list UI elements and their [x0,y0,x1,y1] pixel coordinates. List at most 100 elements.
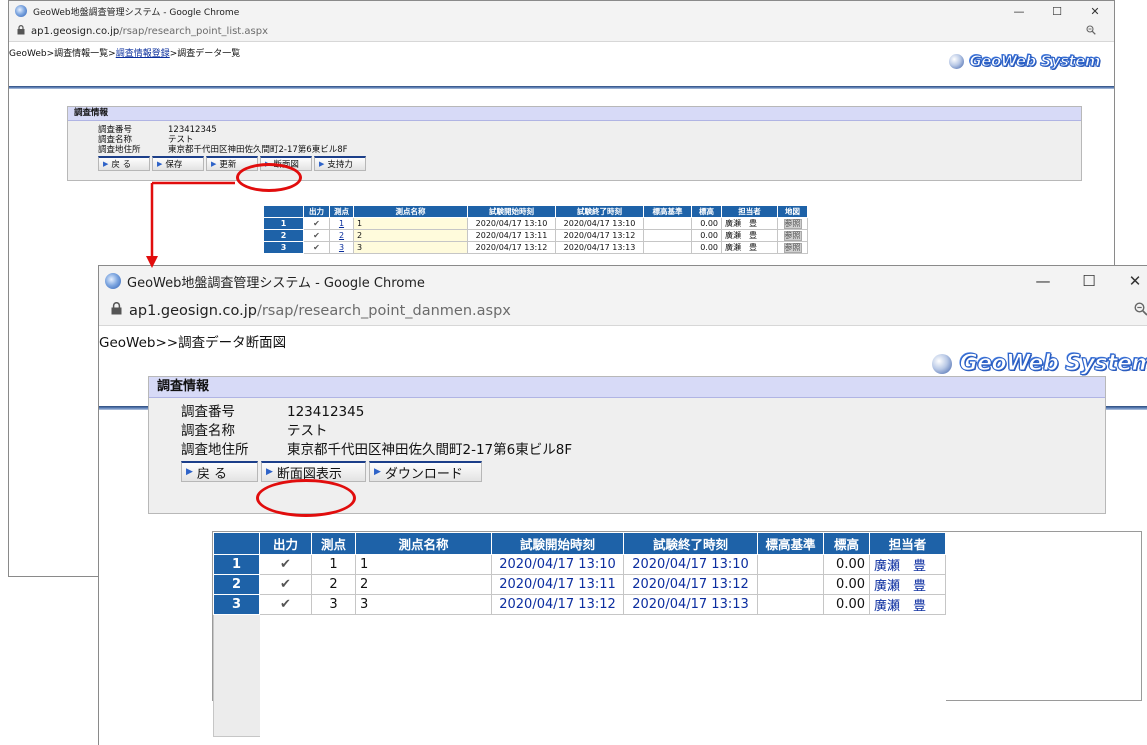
update-button[interactable]: ▶ 更新 [206,156,258,171]
elevation-base [643,217,692,230]
info-row-address: 調査地住所 東京都千代田区神田佐久間町2-17第6東ビル8F [98,145,1081,155]
zoom-icon[interactable] [1134,301,1147,320]
maximize-button[interactable]: ☐ [1066,272,1112,290]
brand-orb-icon [948,53,964,69]
info-row-name: 調査名称 テスト [98,135,1081,145]
end-time: 2020/04/17 13:13 [623,594,758,615]
triangle-icon: ▶ [103,160,109,168]
save-button[interactable]: ▶ 保存 [152,156,204,171]
triangle-icon: ▶ [374,467,381,477]
point-name-input[interactable]: 1 [353,217,468,230]
map-ref-button[interactable]: 参照 [783,218,802,229]
back-point-table: 出力 測点 測点名称 試験開始時刻 試験終了時刻 標高基準 標高 担当者 地図 … [263,205,808,254]
table-header: 測点 [311,532,356,555]
download-button[interactable]: ▶ ダウンロード [369,461,482,482]
output-checkbox[interactable]: ✔ [259,574,312,595]
back-button[interactable]: ▶ 戻 る [98,156,150,171]
point-link[interactable]: 3 [329,241,354,254]
brand-text: GeoWeb System [969,52,1101,71]
button-bar: ▶ 戻 る ▶ 断面図表示 ▶ ダウンロード [149,461,1105,482]
button-label: 戻 る [111,160,132,170]
point-name-input[interactable]: 2 [353,229,468,242]
elevation-base [757,554,824,575]
triangle-icon: ▶ [319,160,325,168]
back-button[interactable]: ▶ 戻 る [181,461,258,482]
output-checkbox[interactable]: ✔ [303,241,330,254]
front-title-bar: GeoWeb地盤調査管理システム - Google Chrome — ☐ ✕ [99,266,1147,296]
empty-cell [259,614,946,737]
table-header: 標高基準 [643,205,692,218]
button-label: 更新 [219,160,237,170]
map-ref-cell: 参照 [777,229,808,242]
button-label: 断面図 [273,160,299,170]
triangle-icon: ▶ [265,160,271,168]
panel-heading: 調査情報 [149,377,1105,398]
back-window-title: GeoWeb地盤調査管理システム - Google Chrome [33,7,240,18]
table-row: 2 ✔ 2 2 2020/04/17 13:11 2020/04/17 13:1… [213,574,946,595]
row-number: 3 [263,241,304,254]
elevation: 0.00 [691,229,722,242]
person: 廣瀬 豊 [721,241,778,254]
map-ref-cell: 参照 [777,217,808,230]
maximize-button[interactable]: ☐ [1038,5,1076,18]
table-header: 標高 [691,205,722,218]
end-time: 2020/04/17 13:13 [555,241,644,254]
info-row-number: 調査番号 123412345 [98,125,1081,135]
point-name-input[interactable]: 3 [353,241,468,254]
elevation: 0.00 [691,217,722,230]
output-checkbox[interactable]: ✔ [303,217,330,230]
show-section-button[interactable]: ▶ 断面図表示 [261,461,366,482]
minimize-button[interactable]: — [1020,272,1066,290]
row-number: 2 [263,229,304,242]
close-button[interactable]: ✕ [1076,5,1114,18]
survey-info-panel: 調査情報 調査番号 123412345 調査名称 テスト 調査地住所 東京都千代田区神… [67,106,1082,181]
button-label: 戻 る [196,466,228,482]
info-value: テスト [287,423,328,439]
front-point-table: 出力 測点 測点名称 試験開始時刻 試験終了時刻 標高基準 標高 担当者 1 ✔… [213,532,946,737]
info-value: テスト [168,135,194,145]
table-header: 出力 [259,532,312,555]
person: 廣瀬 豊 [869,574,946,595]
back-address-bar[interactable]: ap1.geosign.co.jp/rsap/research_point_li… [9,21,1114,42]
elevation: 0.00 [691,241,722,254]
elevation: 0.00 [823,594,870,615]
table-header: 試験終了時刻 [623,532,758,555]
output-checkbox[interactable]: ✔ [303,229,330,242]
point-name: 3 [355,594,492,615]
minimize-button[interactable]: — [1000,5,1038,18]
elevation-base [757,574,824,595]
info-row-number: 調査番号 123412345 [181,403,1105,422]
front-address-bar[interactable]: ap1.geosign.co.jp/rsap/research_point_da… [99,296,1147,326]
zoom-icon[interactable] [1086,24,1096,38]
back-page-header: GeoWeb>調査情報一覧>調査情報登録>調査データ一覧 GeoWeb Syst… [9,42,1114,94]
info-key: 調査地住所 [98,145,141,155]
output-checkbox[interactable]: ✔ [259,554,312,575]
button-label: ダウンロード [384,466,463,482]
map-ref-button[interactable]: 参照 [783,230,802,241]
close-button[interactable]: ✕ [1112,272,1147,290]
map-ref-button[interactable]: 参照 [783,242,802,253]
triangle-icon: ▶ [211,160,217,168]
section-view-button[interactable]: ▶ 断面図 [260,156,312,171]
bearing-capacity-button[interactable]: ▶ 支持力 [314,156,366,171]
elevation-base [643,229,692,242]
point-link[interactable]: 2 [329,229,354,242]
row-number: 1 [263,217,304,230]
person: 廣瀬 豊 [721,217,778,230]
geoweb-logo-icon [15,5,27,17]
info-row-name: 調査名称 テスト [181,422,1105,441]
table-row: 3 ✔ 3 3 2020/04/17 13:12 2020/04/17 13:1… [213,594,946,615]
table-header: 担当者 [869,532,946,555]
brand-logo: GeoWeb System [948,52,1101,71]
brand-logo: GeoWeb System [931,351,1147,377]
map-ref-cell: 参照 [777,241,808,254]
lock-icon [111,302,129,319]
button-label: 保存 [165,160,183,170]
breadcrumb-link-register[interactable]: 調査情報登録 [116,49,170,59]
row-number: 3 [213,594,260,615]
url-host: ap1.geosign.co.jp [129,302,257,319]
point-number: 2 [311,574,356,595]
output-checkbox[interactable]: ✔ [259,594,312,615]
point-link[interactable]: 1 [329,217,354,230]
end-time: 2020/04/17 13:12 [623,574,758,595]
